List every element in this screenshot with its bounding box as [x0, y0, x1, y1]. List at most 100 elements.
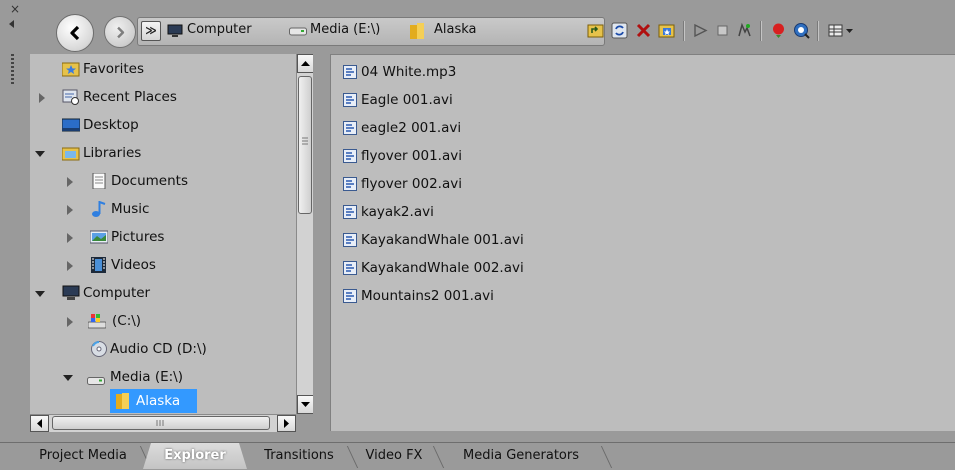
tree-item-label: Favorites [83, 61, 144, 77]
media-file-icon [343, 205, 357, 219]
history-dropdown-button[interactable]: ≫ [141, 21, 161, 41]
arrow-right-icon [116, 26, 124, 38]
breadcrumb-media-drive[interactable]: Media (E:\) [310, 22, 380, 37]
computer-icon [167, 24, 183, 37]
start-preview-icon[interactable] [692, 22, 709, 39]
add-to-favorites-icon[interactable] [658, 22, 675, 39]
scroll-up-button[interactable] [297, 54, 314, 73]
up-folder-icon[interactable] [587, 22, 604, 39]
close-window-icon[interactable]: × [10, 3, 20, 15]
media-file-icon [343, 261, 357, 275]
stop-preview-icon[interactable] [714, 22, 731, 39]
back-button[interactable] [56, 14, 94, 52]
system-drive-icon [88, 314, 106, 329]
favorites-icon [62, 62, 80, 77]
tree-item-label: Alaska [136, 393, 181, 409]
tree-item-libraries[interactable]: Libraries [30, 141, 296, 165]
tree-vertical-scrollbar[interactable] [296, 54, 314, 414]
scroll-left-button[interactable] [30, 415, 49, 432]
expand-arrow-icon[interactable] [67, 233, 73, 243]
breadcrumb-alaska[interactable]: Alaska [434, 22, 477, 37]
scroll-right-button[interactable] [277, 415, 296, 432]
drive-icon [87, 377, 105, 385]
refresh-icon[interactable] [611, 22, 628, 39]
tree-item-drive-c[interactable]: (C:\) [30, 309, 296, 333]
collapse-arrow-icon[interactable] [63, 375, 73, 381]
tree-item-computer[interactable]: Computer [30, 281, 296, 305]
folder-tree: Favorites Recent Places Desktop Librarie… [30, 54, 313, 414]
pane-splitter[interactable] [313, 54, 330, 431]
media-file-icon [343, 177, 357, 191]
tree-item-music[interactable]: Music [30, 197, 296, 221]
tree-item-label: Audio CD (D:\) [110, 341, 207, 357]
tree-item-audio-cd[interactable]: Audio CD (D:\) [30, 337, 296, 361]
media-file-icon [343, 149, 357, 163]
media-file-icon [343, 289, 357, 303]
recent-places-icon [62, 89, 79, 105]
drive-icon [289, 27, 307, 36]
tree-item-label: Recent Places [83, 89, 177, 105]
collapse-panel-icon[interactable] [9, 20, 14, 28]
horizontal-scroll-thumb[interactable] [52, 416, 270, 430]
media-file-icon [343, 121, 357, 135]
tree-item-recent-places[interactable]: Recent Places [30, 85, 296, 109]
tree-item-media-drive[interactable]: Media (E:\) [30, 365, 296, 389]
delete-icon[interactable] [635, 22, 652, 39]
documents-icon [92, 173, 106, 189]
tree-item-label: Documents [111, 173, 188, 189]
tab-video-fx[interactable]: Video FX [351, 443, 445, 469]
search-icon[interactable] [793, 22, 810, 39]
file-name: 04 White.mp3 [361, 64, 457, 80]
views-icon[interactable] [828, 22, 854, 39]
tab-explorer[interactable]: Explorer [143, 443, 247, 469]
tab-transitions[interactable]: Transitions [247, 443, 359, 469]
videos-icon [91, 257, 106, 273]
file-name: eagle2 001.avi [361, 120, 462, 136]
cd-drive-icon [91, 341, 107, 357]
breadcrumb-computer[interactable]: Computer [187, 22, 252, 37]
address-bar[interactable]: ≫ Computer Media (E:\) Alaska [137, 17, 605, 46]
grip-lines-icon [156, 420, 164, 426]
tab-media-generators[interactable]: Media Generators [437, 443, 613, 469]
tab-label: Video FX [365, 448, 423, 463]
auto-preview-icon[interactable] [736, 22, 753, 39]
tree-item-favorites[interactable]: Favorites [30, 57, 296, 81]
media-file-icon [343, 233, 357, 247]
drag-grip-handle[interactable] [11, 54, 14, 86]
collapse-arrow-icon[interactable] [35, 291, 45, 297]
media-file-icon [343, 65, 357, 79]
file-name: kayak2.avi [361, 204, 434, 220]
vertical-scroll-thumb[interactable] [298, 76, 312, 214]
expand-arrow-icon[interactable] [39, 93, 45, 103]
arrow-up-icon [301, 61, 310, 66]
tree-item-label: Videos [111, 257, 156, 273]
collapse-arrow-icon[interactable] [35, 151, 45, 157]
file-name: KayakandWhale 001.avi [361, 232, 524, 248]
get-media-icon[interactable] [770, 22, 787, 39]
tree-item-documents[interactable]: Documents [30, 169, 296, 193]
expand-arrow-icon[interactable] [67, 261, 73, 271]
forward-button[interactable] [104, 16, 136, 48]
scroll-down-button[interactable] [297, 395, 314, 414]
tree-item-alaska[interactable]: Alaska [110, 389, 197, 413]
pictures-icon [90, 230, 108, 244]
tab-project-media[interactable]: Project Media [22, 443, 152, 469]
tree-item-label: Desktop [83, 117, 139, 133]
tab-label: Explorer [164, 448, 226, 463]
explorer-toolbar: ≫ Computer Media (E:\) Alaska [22, 0, 955, 52]
file-list: 04 White.mp3 Eagle 001.avi eagle2 001.av… [330, 54, 955, 431]
folder-icon [410, 23, 424, 39]
tree-item-pictures[interactable]: Pictures [30, 225, 296, 249]
expand-arrow-icon[interactable] [67, 317, 73, 327]
scrollbar-corner [296, 414, 313, 431]
computer-icon [62, 285, 80, 300]
expand-arrow-icon[interactable] [67, 177, 73, 187]
expand-arrow-icon[interactable] [67, 205, 73, 215]
tree-horizontal-scrollbar[interactable] [30, 414, 296, 432]
libraries-icon [62, 147, 80, 161]
toolbar-separator [760, 21, 762, 41]
file-name: KayakandWhale 002.avi [361, 260, 524, 276]
tree-item-desktop[interactable]: Desktop [30, 113, 296, 137]
tree-item-videos[interactable]: Videos [30, 253, 296, 277]
folder-icon [116, 393, 129, 409]
